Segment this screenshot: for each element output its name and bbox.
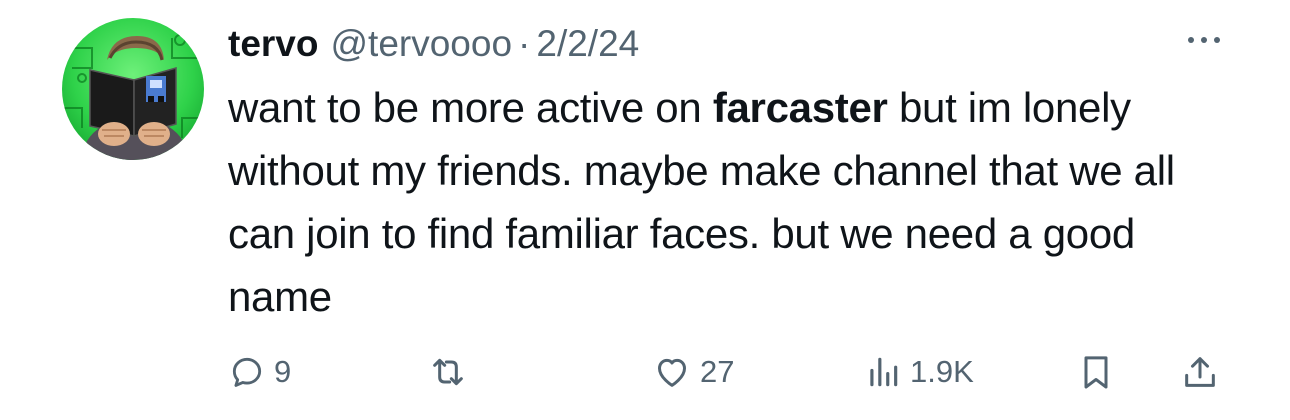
- retweet-button[interactable]: [428, 344, 476, 400]
- tweet-date[interactable]: 2/2/24: [536, 20, 639, 68]
- bookmark-icon: [1084, 356, 1108, 389]
- view-count: 1.9K: [910, 354, 974, 389]
- heart-icon: [658, 358, 686, 387]
- reply-count: 9: [274, 354, 292, 389]
- share-button[interactable]: [1180, 344, 1220, 400]
- views-button[interactable]: 1.9K: [864, 344, 974, 400]
- separator-dot: ·: [518, 23, 531, 64]
- bookmark-button[interactable]: [1076, 344, 1116, 400]
- avatar-image: [62, 18, 204, 160]
- tweet-text-part-1: want to be more active on: [228, 84, 713, 131]
- avatar[interactable]: [62, 18, 204, 160]
- display-name[interactable]: tervo: [228, 20, 318, 68]
- action-bar: 9 27 1.9K: [228, 344, 1228, 400]
- reply-button[interactable]: 9: [228, 344, 291, 400]
- retweet-icon: [433, 358, 463, 386]
- like-button[interactable]: 27: [652, 344, 734, 400]
- user-handle[interactable]: @tervoooo: [330, 20, 512, 68]
- tweet-text: want to be more active on farcaster but …: [228, 76, 1188, 328]
- share-icon: [1185, 357, 1215, 387]
- more-dots-icon: [1188, 37, 1220, 43]
- views-chart-icon: [870, 357, 898, 387]
- tweet-header: tervo @tervoooo · 2/2/24: [228, 20, 639, 68]
- reply-icon: [232, 357, 262, 387]
- more-button[interactable]: [1180, 26, 1228, 54]
- tweet-card[interactable]: tervo @tervoooo · 2/2/24 want to be more…: [0, 0, 1290, 420]
- like-count: 27: [700, 354, 735, 389]
- bold-mention: farcaster: [712, 84, 888, 131]
